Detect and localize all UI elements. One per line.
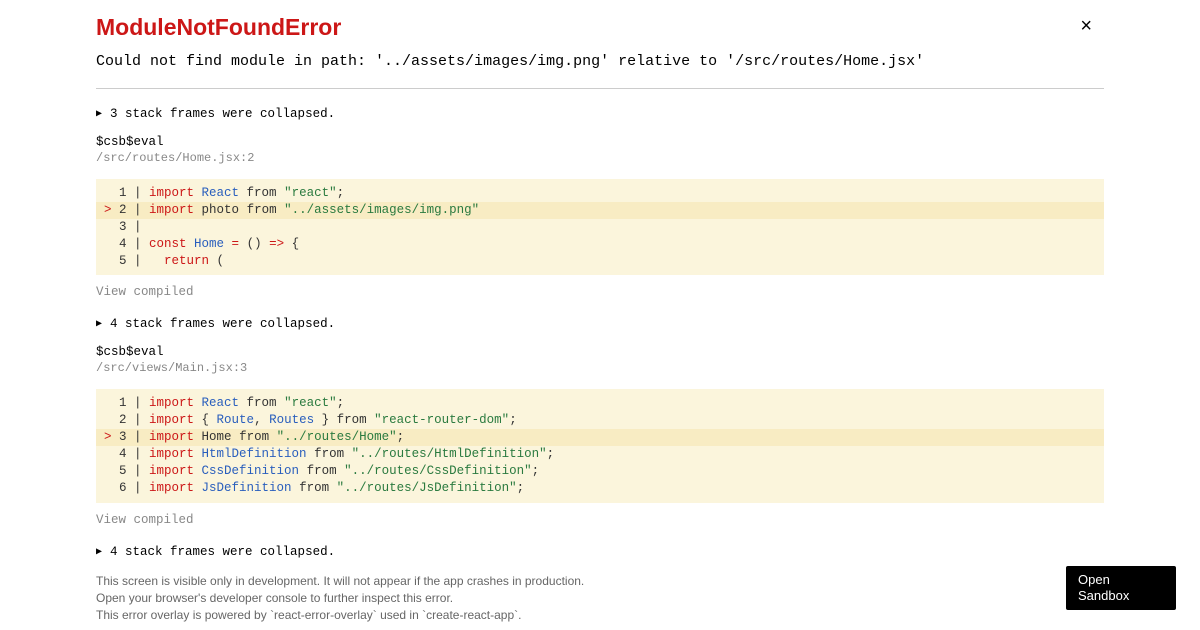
view-compiled-link[interactable]: View compiled [96,513,1104,527]
collapsed-frames-toggle[interactable]: ▶ 4 stack frames were collapsed. [96,317,1104,331]
error-title: ModuleNotFoundError [96,14,1104,41]
chevron-right-icon: ▶ [96,546,102,558]
stack-frame-name: $csb$eval [96,345,1104,359]
footer-line: Open your browser's developer console to… [96,590,1104,607]
chevron-right-icon: ▶ [96,318,102,330]
code-snippet: 1 | import React from "react"; > 2 | imp… [96,179,1104,275]
collapsed-frames-toggle[interactable]: ▶ 4 stack frames were collapsed. [96,545,1104,559]
stack-frame-location: /src/routes/Home.jsx:2 [96,151,1104,165]
open-sandbox-button[interactable]: Open Sandbox [1066,566,1176,611]
collapsed-frames-label: 4 stack frames were collapsed. [110,545,335,559]
chevron-right-icon: ▶ [96,108,102,120]
collapsed-frames-label: 3 stack frames were collapsed. [110,107,335,121]
stack-frame-name: $csb$eval [96,135,1104,149]
stack-frame-location: /src/views/Main.jsx:3 [96,361,1104,375]
footer-line: This error overlay is powered by `react-… [96,607,1104,624]
error-overlay: × ModuleNotFoundError Could not find mod… [0,0,1200,625]
error-message: Could not find module in path: '../asset… [96,53,1104,89]
footer-note: This screen is visible only in developme… [96,573,1104,625]
code-snippet: 1 | import React from "react"; 2 | impor… [96,389,1104,502]
collapsed-frames-label: 4 stack frames were collapsed. [110,317,335,331]
collapsed-frames-toggle[interactable]: ▶ 3 stack frames were collapsed. [96,107,1104,121]
view-compiled-link[interactable]: View compiled [96,285,1104,299]
footer-line: This screen is visible only in developme… [96,573,1104,590]
close-icon[interactable]: × [1080,16,1092,36]
